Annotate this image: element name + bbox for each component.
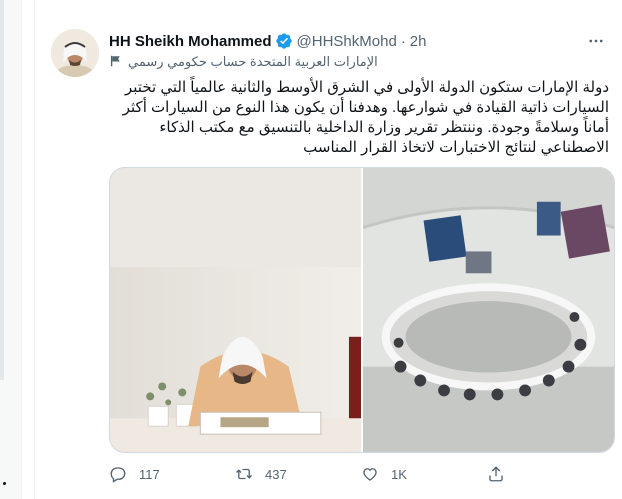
retweet-count: 437 (265, 466, 287, 482)
reply-button[interactable]: 117 (109, 462, 235, 486)
author-handle[interactable]: @HHShkMohd (297, 33, 397, 50)
flag-icon (109, 54, 123, 71)
tweet-header: HH Sheikh Mohammed @HHShkMohd · 2h (109, 30, 606, 52)
photo-cabinet-room[interactable] (363, 168, 614, 452)
tweet-actions: 117 437 1K (109, 462, 615, 486)
share-icon (489, 466, 503, 482)
like-button[interactable]: 1K (361, 462, 487, 486)
photo-sheikh-meeting[interactable] (110, 168, 361, 452)
tweet-text: دولة الإمارات ستكون الدولة الأولى في الش… (122, 79, 609, 156)
government-label[interactable]: الإمارات العربية المتحدة حساب حكومي رسمي (109, 52, 439, 72)
verified-badge-icon (275, 32, 293, 50)
gutter-bar (0, 0, 4, 380)
left-gutter (0, 0, 22, 499)
like-count: 1K (391, 466, 407, 482)
retweet-button[interactable]: 437 (235, 462, 361, 486)
avatar[interactable] (51, 29, 99, 77)
retweet-icon (236, 468, 252, 480)
government-label-text: الإمارات العربية المتحدة حساب حكومي رسمي (128, 54, 378, 69)
reply-count: 117 (139, 466, 160, 482)
tweet-media (109, 167, 615, 453)
share-button[interactable] (487, 462, 613, 486)
reply-icon (110, 467, 126, 483)
like-icon (363, 468, 377, 481)
separator-dot: · (400, 32, 406, 50)
tweet-time[interactable]: 2h (410, 33, 427, 50)
display-name[interactable]: HH Sheikh Mohammed (109, 33, 272, 50)
tweet[interactable]: HH Sheikh Mohammed @HHShkMohd · 2h الإما… (34, 0, 622, 499)
more-icon[interactable] (586, 32, 606, 50)
gutter-dot (3, 482, 6, 485)
